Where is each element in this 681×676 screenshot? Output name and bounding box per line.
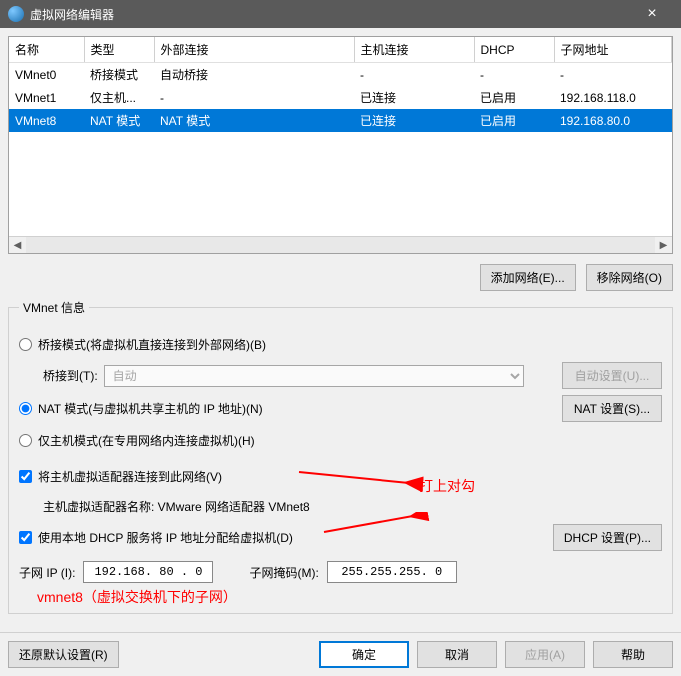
close-button[interactable]: × xyxy=(631,5,673,23)
help-button[interactable]: 帮助 xyxy=(593,641,673,668)
dhcp-label: 使用本地 DHCP 服务将 IP 地址分配给虚拟机(D) xyxy=(38,529,293,546)
col-host[interactable]: 主机连接 xyxy=(354,37,474,63)
horizontal-scrollbar[interactable]: ◀ ▶ xyxy=(9,236,672,253)
annotation-check-note: 打上对勾 xyxy=(419,476,475,496)
add-network-button[interactable]: 添加网络(E)... xyxy=(480,264,576,291)
table-row[interactable]: VMnet0桥接模式自动桥接--- xyxy=(9,63,672,87)
subnet-ip-input[interactable] xyxy=(83,561,213,583)
col-type[interactable]: 类型 xyxy=(84,37,154,63)
fieldset-legend: VMnet 信息 xyxy=(19,299,89,316)
dhcp-checkbox[interactable] xyxy=(19,531,32,544)
hostonly-label: 仅主机模式(在专用网络内连接虚拟机)(H) xyxy=(38,432,255,449)
network-table[interactable]: 名称 类型 外部连接 主机连接 DHCP 子网地址 VMnet0桥接模式自动桥接… xyxy=(8,36,673,254)
col-external[interactable]: 外部连接 xyxy=(154,37,354,63)
col-name[interactable]: 名称 xyxy=(9,37,84,63)
bridge-to-label: 桥接到(T): xyxy=(43,367,98,384)
col-subnet[interactable]: 子网地址 xyxy=(554,37,672,63)
cancel-button[interactable]: 取消 xyxy=(417,641,497,668)
hostonly-radio[interactable] xyxy=(19,434,32,447)
host-adapter-checkbox[interactable] xyxy=(19,470,32,483)
scroll-right-icon[interactable]: ▶ xyxy=(655,237,672,254)
restore-defaults-button[interactable]: 还原默认设置(R) xyxy=(8,641,119,668)
nat-label: NAT 模式(与虚拟机共享主机的 IP 地址)(N) xyxy=(38,400,263,417)
remove-network-button[interactable]: 移除网络(O) xyxy=(586,264,673,291)
bridged-label: 桥接模式(将虚拟机直接连接到外部网络)(B) xyxy=(38,336,266,353)
table-row[interactable]: VMnet8NAT 模式NAT 模式已连接已启用192.168.80.0 xyxy=(9,109,672,132)
vmnet-info-group: VMnet 信息 桥接模式(将虚拟机直接连接到外部网络)(B) 桥接到(T): … xyxy=(8,299,673,614)
dhcp-settings-button[interactable]: DHCP 设置(P)... xyxy=(553,524,662,551)
subnet-mask-label: 子网掩码(M): xyxy=(249,564,318,581)
col-dhcp[interactable]: DHCP xyxy=(474,37,554,63)
host-adapter-name: 主机虚拟适配器名称: VMware 网络适配器 VMnet8 xyxy=(43,498,310,515)
subnet-ip-label: 子网 IP (I): xyxy=(19,564,75,581)
subnet-mask-input[interactable] xyxy=(327,561,457,583)
bridge-to-select: 自动 xyxy=(104,365,524,387)
app-icon xyxy=(8,6,24,22)
nat-settings-button[interactable]: NAT 设置(S)... xyxy=(562,395,662,422)
auto-settings-button: 自动设置(U)... xyxy=(562,362,662,389)
ok-button[interactable]: 确定 xyxy=(319,641,409,668)
apply-button: 应用(A) xyxy=(505,641,585,668)
nat-radio[interactable] xyxy=(19,402,32,415)
host-adapter-label: 将主机虚拟适配器连接到此网络(V) xyxy=(38,468,222,485)
bridged-radio[interactable] xyxy=(19,338,32,351)
title-bar: 虚拟网络编辑器 × xyxy=(0,0,681,28)
table-row[interactable]: VMnet1仅主机...-已连接已启用192.168.118.0 xyxy=(9,86,672,109)
window-title: 虚拟网络编辑器 xyxy=(30,6,114,23)
annotation-subnet-note: vmnet8（虚拟交换机下的子网） xyxy=(37,587,662,607)
scroll-left-icon[interactable]: ◀ xyxy=(9,237,26,254)
